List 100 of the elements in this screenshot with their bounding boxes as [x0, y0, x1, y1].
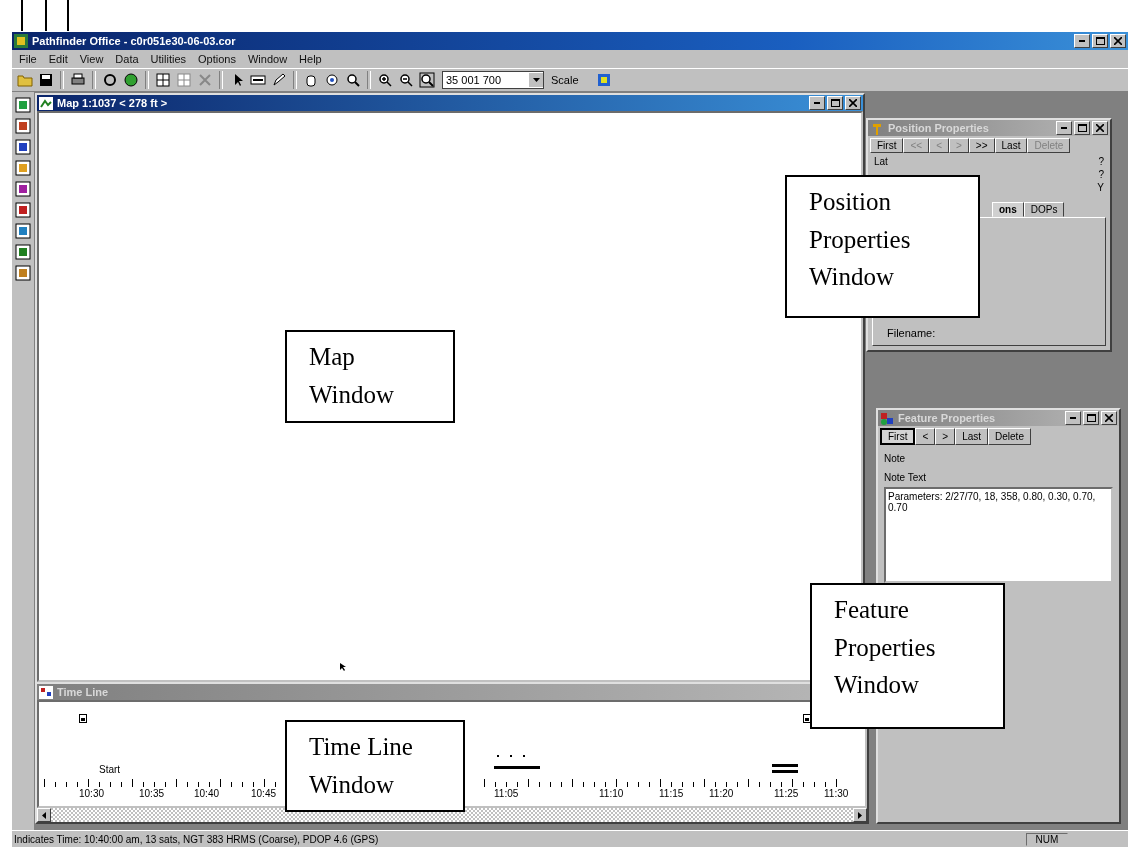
target-icon: [324, 72, 340, 88]
note-text-field[interactable]: Parameters: 2/27/70, 18, 358, 0.80, 0.30, 0.70, 0.70: [884, 487, 1113, 583]
left-arrow-icon: [42, 811, 46, 819]
window-icon: [880, 411, 894, 425]
window-title: Map 1:1037 < 278 ft >: [57, 97, 169, 109]
field-value: Y: [1097, 182, 1104, 193]
close-icon: [1096, 124, 1104, 132]
menu-item[interactable]: Utilities: [145, 53, 192, 65]
callout-label: Map Window: [285, 330, 455, 423]
tick-label: 10:40: [194, 788, 220, 799]
callout-label: Feature Properties Window: [810, 583, 1005, 729]
square-icon: [15, 118, 31, 134]
right-arrow-icon: [858, 811, 862, 819]
minimize-icon: [1079, 40, 1085, 42]
field-label: Note Text: [883, 471, 928, 485]
menu-item[interactable]: Options: [193, 53, 241, 65]
maximize-icon: [1095, 37, 1105, 45]
menu-item[interactable]: View: [74, 53, 109, 65]
leader-line: [45, 0, 47, 31]
callout-label: Time Line Window: [285, 720, 465, 812]
nav-button[interactable]: >: [935, 428, 956, 445]
window-title: Pathfinder Office - c0r051e30-06-03.cor: [32, 35, 237, 47]
close-button[interactable]: [1110, 34, 1126, 48]
close-icon: [1114, 37, 1122, 45]
tool-button[interactable]: [13, 179, 33, 199]
field-label: Lat: [874, 156, 888, 167]
nav-button[interactable]: First: [870, 138, 904, 153]
app-icon: [14, 34, 28, 48]
square-icon: [15, 223, 31, 239]
square-icon: [15, 97, 31, 113]
print-icon: [70, 72, 86, 88]
square-icon: [15, 139, 31, 155]
close-icon: [1105, 414, 1113, 422]
field-value: ?: [1098, 169, 1104, 180]
menu-item[interactable]: Window: [243, 53, 293, 65]
menu-item[interactable]: Edit: [43, 53, 73, 65]
zoom-extent-icon: [419, 72, 435, 88]
tick-label: 11:20: [709, 788, 734, 799]
maximize-button[interactable]: [1092, 34, 1108, 48]
zoom-extent-button[interactable]: [417, 70, 437, 90]
minimize-button[interactable]: [809, 96, 825, 110]
grid-icon: [176, 72, 192, 88]
tab[interactable]: ons: [992, 202, 1024, 217]
minimize-icon: [1070, 417, 1076, 419]
tick-label: 11:15: [659, 788, 684, 799]
leader-line: [21, 0, 23, 31]
minimize-button[interactable]: [1074, 34, 1090, 48]
tool-button[interactable]: [13, 116, 33, 136]
field-label: Note: [883, 452, 907, 466]
cursor-icon: [339, 662, 347, 672]
maximize-button[interactable]: [827, 96, 843, 110]
nav-button[interactable]: Last: [955, 428, 989, 445]
document-icon: [79, 714, 87, 723]
close-icon: [849, 99, 857, 107]
magnifier-icon: [345, 72, 361, 88]
square-icon: [15, 244, 31, 260]
nav-button[interactable]: <: [915, 428, 936, 445]
tool-button[interactable]: [13, 242, 33, 262]
scroll-left-button[interactable]: [37, 808, 51, 822]
nav-button[interactable]: First: [880, 428, 916, 445]
grid-button[interactable]: [153, 70, 173, 90]
nav-button[interactable]: >>: [968, 138, 995, 153]
start-label: Start: [99, 764, 121, 775]
callout-label: Position Properties Window: [785, 175, 980, 318]
scale-label: Scale: [551, 74, 579, 86]
tool-button[interactable]: [13, 221, 33, 241]
maximize-icon: [830, 99, 840, 107]
field-value: ?: [1098, 156, 1104, 167]
scroll-right-button[interactable]: [853, 808, 867, 822]
window-title: Feature Properties: [898, 412, 997, 424]
square-icon: [15, 202, 31, 218]
nav-button[interactable]: Delete: [988, 428, 1031, 445]
minimize-icon: [814, 102, 820, 104]
zoom-out-icon: [398, 72, 414, 88]
tool-button[interactable]: [13, 137, 33, 157]
tool-button[interactable]: [13, 158, 33, 178]
tool-button[interactable]: [13, 95, 33, 115]
save-icon: [38, 72, 54, 88]
square-icon: [15, 181, 31, 197]
window-title: Position Properties: [888, 122, 990, 134]
menu-item[interactable]: Data: [110, 53, 144, 65]
tick-label: 10:35: [139, 788, 165, 799]
folder-icon: [17, 72, 33, 88]
caret-icon: [532, 78, 540, 82]
filename-label: Filename:: [887, 327, 937, 339]
window-icon: [870, 121, 884, 135]
pencil-icon: [271, 72, 287, 88]
maximize-icon: [1086, 414, 1096, 422]
tool-button[interactable]: [13, 263, 33, 283]
tab[interactable]: DOPs: [1023, 202, 1065, 217]
menu-item[interactable]: File: [14, 53, 42, 65]
zoom-in-icon: [377, 72, 393, 88]
close-button[interactable]: [845, 96, 861, 110]
scale-dropdown[interactable]: 35 001 700: [442, 71, 544, 89]
menu-item[interactable]: Help: [294, 53, 327, 65]
tool-button[interactable]: [13, 200, 33, 220]
nav-button[interactable]: Last: [994, 138, 1028, 153]
maximize-icon: [1077, 124, 1087, 132]
cross-icon: [197, 72, 213, 88]
tick-label: 11:05: [494, 788, 519, 799]
